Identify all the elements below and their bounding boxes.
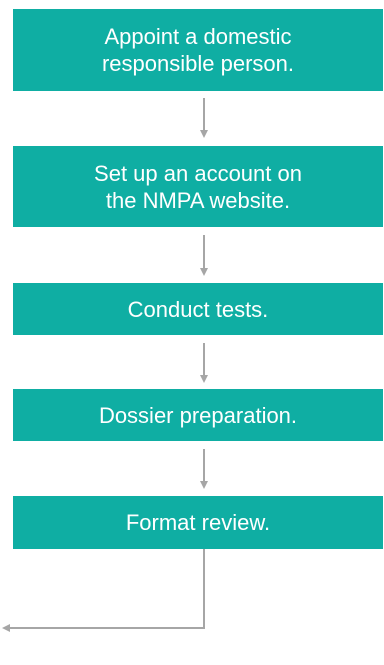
flow-connectors — [2, 98, 208, 632]
connector-arrow-exit — [2, 549, 205, 632]
